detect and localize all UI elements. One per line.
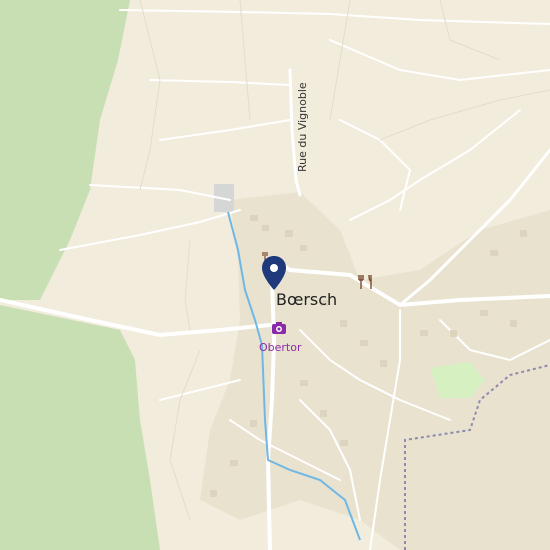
location-pin-icon[interactable]: [262, 256, 286, 290]
town-label: Bœrsch: [276, 290, 338, 309]
street-label: Rue du Vignoble: [296, 82, 309, 172]
forest-area-north: [0, 0, 130, 300]
forest-area-south: [0, 305, 160, 550]
residential-area: [200, 192, 550, 550]
camera-icon[interactable]: [272, 322, 286, 334]
restaurant-icon[interactable]: [358, 275, 376, 289]
poi-label[interactable]: Obertor: [259, 341, 302, 354]
map-view[interactable]: Rue du Vignoble Bœrsch Obertor: [0, 0, 550, 550]
